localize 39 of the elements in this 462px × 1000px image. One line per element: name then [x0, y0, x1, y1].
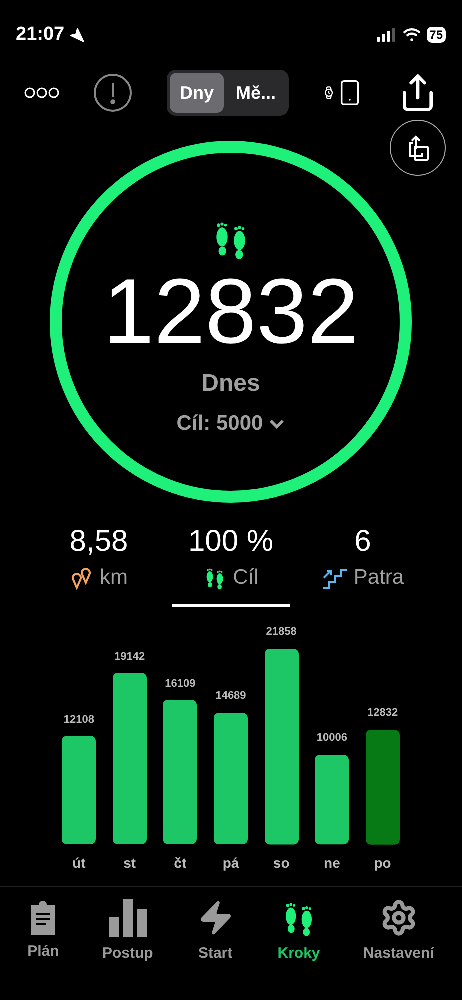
stat-tab[interactable]: 6 Patra: [304, 524, 422, 606]
day-axis-label: pá: [222, 854, 240, 873]
stat-tab[interactable]: 100 % Cíl: [172, 524, 290, 606]
map-pins-icon: [70, 566, 94, 590]
goal-dropdown[interactable]: Cíl: 5000: [176, 408, 286, 440]
day-axis-label: čt: [174, 854, 187, 872]
bar-value: 10006: [316, 731, 348, 746]
bar-value: 12108: [64, 712, 95, 728]
battery-indicator: 75: [426, 27, 446, 43]
stat-tab[interactable]: 8,58 km: [40, 524, 158, 606]
tab-bar-item[interactable]: Plán: [28, 898, 60, 965]
day-axis-label: so: [273, 854, 290, 872]
clipboard-icon: [29, 898, 58, 934]
segment-tab[interactable]: Dny: [170, 73, 224, 113]
warning-icon[interactable]: [93, 73, 134, 113]
chevron-down-icon: [269, 418, 286, 430]
bar-value: 14689: [216, 689, 246, 704]
wifi-icon: [402, 28, 421, 42]
step-count: 12832: [103, 262, 359, 362]
day-axis-label: ne: [324, 854, 340, 872]
bar-value: 16109: [165, 676, 196, 692]
day-axis-label: po: [374, 854, 392, 873]
day-label: Dnes: [202, 369, 260, 399]
more-icon[interactable]: [24, 87, 60, 99]
tab-bar-item[interactable]: Start: [196, 898, 235, 965]
day-axis-label: st: [124, 854, 136, 872]
bar-value: 12832: [367, 706, 398, 722]
bar-value: 19142: [114, 650, 146, 665]
export-button[interactable]: [390, 120, 446, 176]
tab-bar-item[interactable]: Postup: [102, 898, 154, 965]
tab-bar-item[interactable]: Nastavení: [363, 898, 434, 965]
location-icon: [68, 27, 85, 43]
bar-chart-icon: [108, 898, 147, 936]
segment-tab[interactable]: Mě...: [226, 73, 286, 113]
tab-bar-item[interactable]: Kroky: [278, 898, 320, 965]
day-axis-label: út: [72, 854, 86, 872]
status-time: 21:07: [16, 22, 65, 47]
bar-value: 21858: [266, 625, 297, 640]
signal-icon: [376, 28, 397, 42]
